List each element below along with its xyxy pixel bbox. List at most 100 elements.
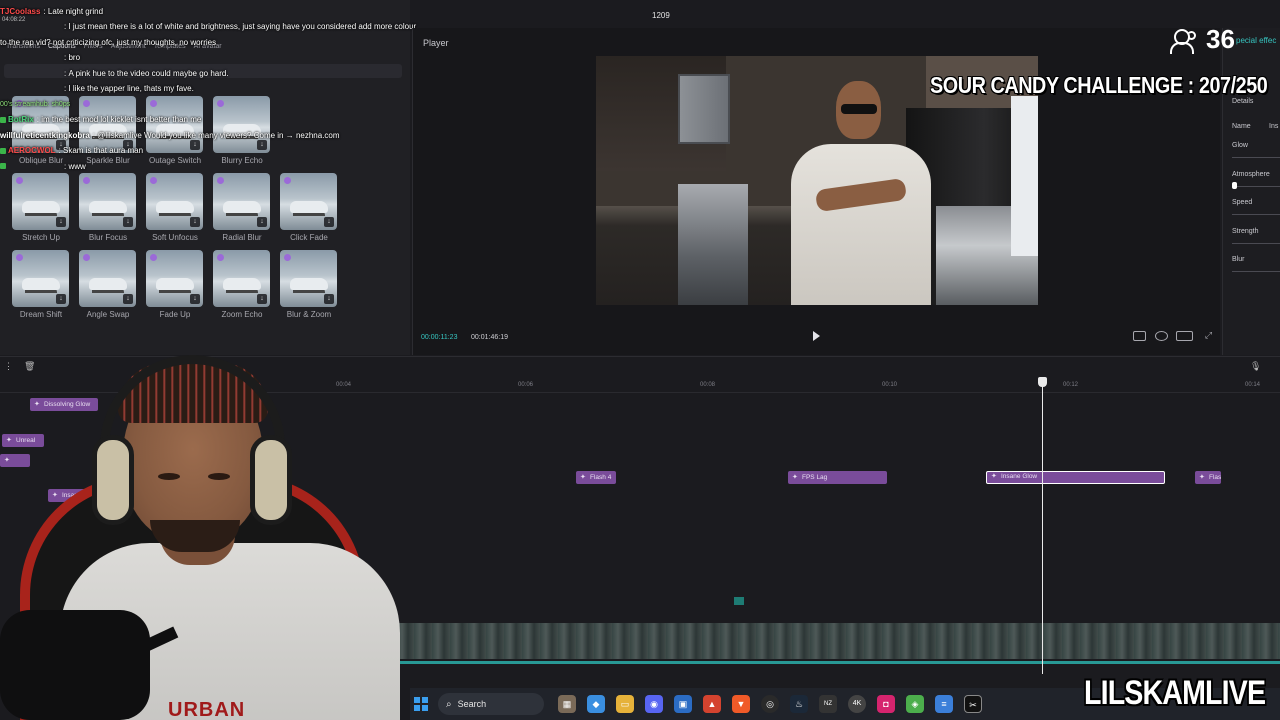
effect-thumbnail[interactable]: ↓ [12,173,69,230]
frame-counter: 1209 [652,11,670,20]
steam-icon[interactable]: ♨ [790,695,808,713]
effect-clip-selected[interactable]: Insane Glow [986,471,1165,484]
effect-thumbnail[interactable]: ↓ [146,250,203,307]
chat-message: willfulreticentkingkobra: @lilskamlive W… [0,130,340,140]
download-icon[interactable]: ↓ [123,294,133,304]
speed-slider[interactable] [1232,214,1280,215]
ratio-icon[interactable] [1176,331,1193,341]
download-icon[interactable]: ↓ [56,217,66,227]
effect-thumbnail[interactable]: ↓ [146,173,203,230]
fullscreen-icon[interactable]: ⤢ [1202,331,1215,341]
folder-icon[interactable]: ▭ [616,695,634,713]
atmosphere-slider-handle[interactable] [1232,182,1237,189]
channel-brand: LILSKAMLIVE [1084,674,1266,712]
instagram-icon[interactable]: ◘ [877,695,895,713]
premium-dot-icon [83,177,90,184]
nzxt-icon[interactable]: NZ [819,695,837,713]
taskbar-search[interactable]: ⌕ Search [438,693,544,715]
brave-icon[interactable]: ▼ [732,695,750,713]
viewer-count: 36 [1206,24,1235,54]
effect-thumbnail[interactable]: ↓ [280,173,337,230]
premium-dot-icon [217,254,224,261]
effect-label: Blur & Zoom [286,310,332,319]
chat-text: bro [68,53,81,62]
strength-slider[interactable] [1232,243,1280,244]
player-title: Player [423,38,449,48]
premium-dot-icon [83,254,90,261]
download-icon[interactable]: ↓ [123,217,133,227]
effect-clip[interactable]: FPS Lag [788,471,887,484]
effect-item[interactable]: ↓ Blur & Zoom [280,250,337,319]
windows-start-icon[interactable] [414,697,428,711]
capcut-icon[interactable]: ✂ [964,695,982,713]
video-track-filmstrip[interactable] [360,623,1280,664]
chat-overlay: TJCoolass: Late night grind : I just mea… [0,4,420,175]
chat-message: to the rap vid? not criticizing ofc, jus… [0,35,420,49]
download-icon[interactable]: ↓ [257,217,267,227]
effect-item[interactable]: ↓ Angle Swap [79,250,136,319]
search-label: Search [457,699,487,709]
effect-thumbnail[interactable]: ↓ [79,173,136,230]
effect-item[interactable]: ↓ Soft Unfocus [146,173,203,242]
effect-thumbnail[interactable]: ↓ [213,173,270,230]
download-icon[interactable]: ↓ [190,294,200,304]
chat-timestamp: 04:08:22 [2,17,26,23]
4k-icon[interactable]: 4K [848,695,866,713]
fit-icon[interactable] [1133,331,1146,341]
microphone-icon[interactable]: 🎙 [1250,361,1261,372]
effect-item[interactable]: ↓ Stretch Up [12,173,69,242]
download-icon[interactable]: ↓ [190,217,200,227]
effect-thumbnail[interactable]: ↓ [79,250,136,307]
challenge-banner: SOUR CANDY CHALLENGE : 207/250 [930,72,1268,98]
blur-slider[interactable] [1232,271,1280,272]
effect-item[interactable]: ↓ Fade Up [146,250,203,319]
effect-item[interactable]: ↓ Blur Focus [79,173,136,242]
widgets-icon[interactable]: ▦ [558,695,576,713]
player-controls: 00:00:11:23 00:01:46:19 ⤢ [413,328,1221,348]
copilot-icon[interactable]: ◆ [587,695,605,713]
download-icon[interactable]: ↓ [257,294,267,304]
chat-message: : I like the yapper line, thats my fave. [64,84,194,93]
notepad-icon[interactable]: ≡ [935,695,953,713]
download-icon[interactable]: ↓ [324,217,334,227]
play-button[interactable] [813,331,820,341]
obs-icon[interactable]: ◎ [761,695,779,713]
bluestacks-icon[interactable]: ◈ [906,695,924,713]
download-icon[interactable]: ↓ [56,294,66,304]
chat-text: I just mean there is a lot of white and … [68,22,417,31]
effect-thumbnail[interactable]: ↓ [280,250,337,307]
special-effects-tab[interactable]: pecial effec [1236,36,1276,45]
effect-item[interactable]: ↓ Zoom Echo [213,250,270,319]
video-sunglasses [841,104,877,114]
effect-item[interactable]: ↓ Dream Shift [12,250,69,319]
effect-thumbnail[interactable]: ↓ [12,250,69,307]
playhead[interactable] [1038,377,1047,674]
webcam-overlay: URBAN [0,355,410,720]
effect-thumbnail[interactable]: ↓ [213,250,270,307]
details-name-value: Ins [1269,123,1279,130]
download-icon[interactable]: ↓ [324,294,334,304]
chat-message: : www [0,159,420,173]
snapshot-icon[interactable] [1155,331,1168,341]
chat-message: : bro [64,53,81,62]
chat-username: AEROCWOL [8,146,56,155]
chat-text: @lilskamlive Would you like many viewers… [97,130,340,140]
store-icon[interactable]: ▣ [674,695,692,713]
premium-dot-icon [217,177,224,184]
chat-text: www [68,161,86,171]
ruler-tick: 00:10 [882,382,898,388]
discord-icon[interactable]: ◉ [645,695,663,713]
chat-message: AEROCWOL: Skam is that aura man [0,144,420,158]
effect-clip[interactable]: Flash 4 [576,471,616,484]
effect-item[interactable]: ↓ Radial Blur [213,173,270,242]
glow-slider[interactable] [1232,157,1280,158]
video-window [1011,96,1038,256]
effect-item[interactable]: ↓ Click Fade [280,173,337,242]
effect-clip[interactable]: Flas [1195,471,1221,484]
atmosphere-slider[interactable] [1232,186,1280,187]
premium-dot-icon [284,177,291,184]
taskbar-apps: ▦ ◆ ▭ ◉ ▣ ▲ ▼ ◎ ♨ NZ 4K ◘ ◈ ≡ ✂ [558,695,982,713]
antivirus-icon[interactable]: ▲ [703,695,721,713]
ruler-tick: 00:14 [1245,382,1261,388]
viewer-counter: 36 [1170,24,1235,55]
